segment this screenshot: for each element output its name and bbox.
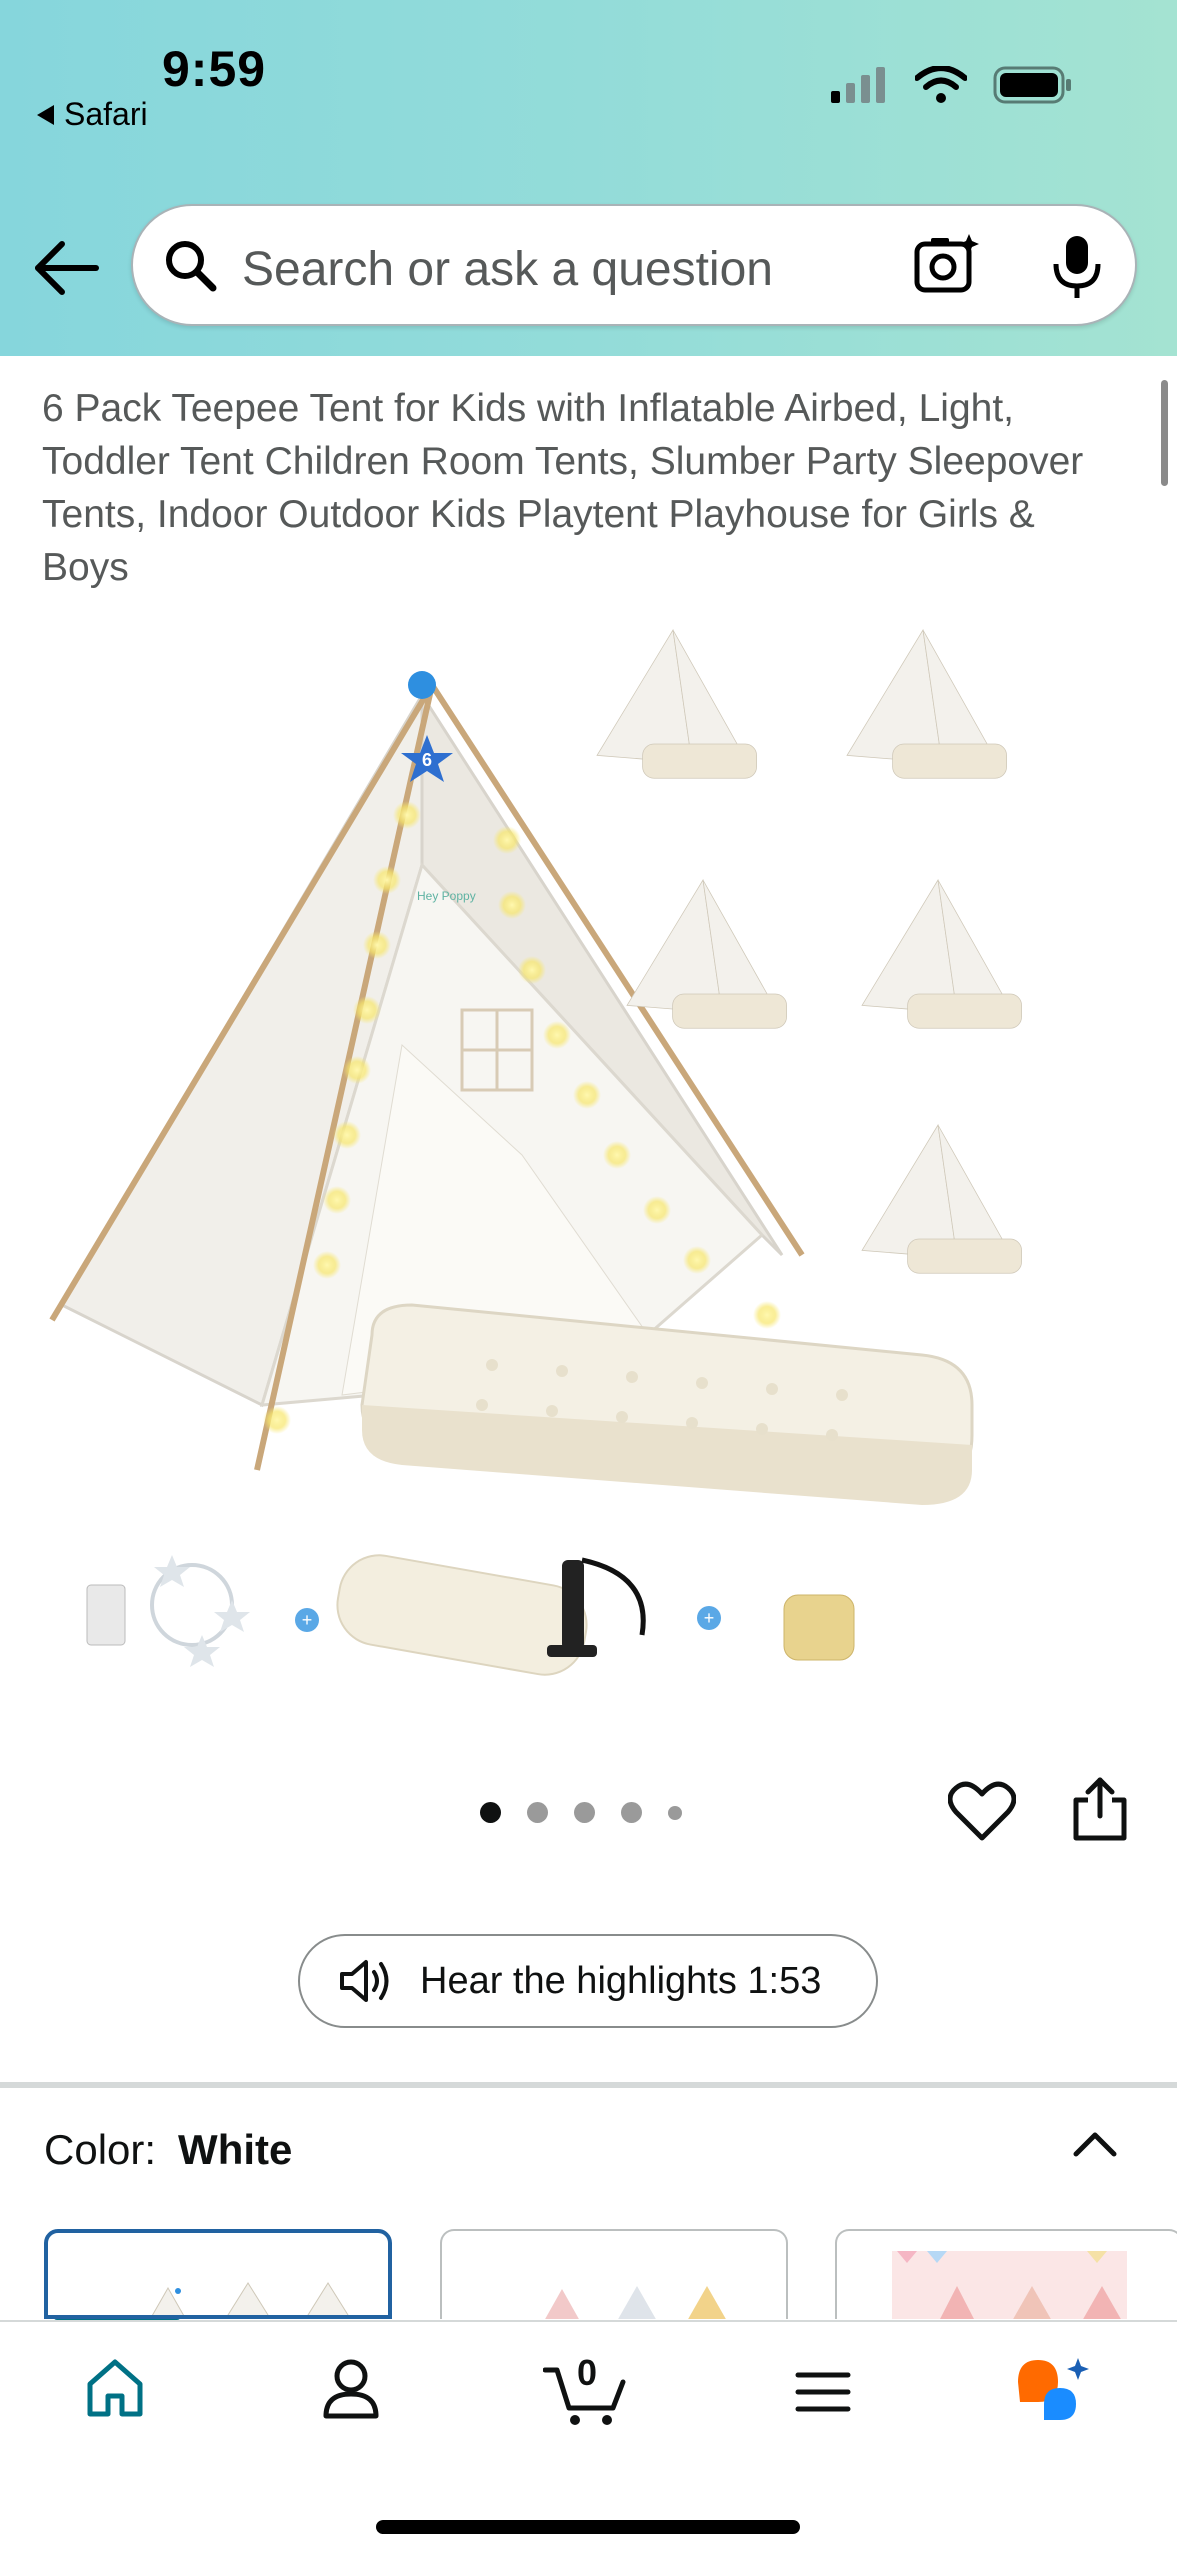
signal-icon <box>831 67 885 103</box>
color-swatch-white[interactable] <box>44 2229 392 2319</box>
camera-search-icon[interactable] <box>913 232 981 298</box>
home-indicator <box>376 2520 800 2534</box>
carousel-dot[interactable] <box>527 1802 548 1823</box>
heart-icon[interactable] <box>948 1780 1016 1842</box>
menu-icon[interactable] <box>795 2370 851 2414</box>
product-title[interactable]: 6 Pack Teepee Tent for Kids with Inflata… <box>42 382 1122 594</box>
swatch-white-image <box>151 2282 349 2315</box>
scroll-indicator <box>1161 380 1168 486</box>
svg-text:+: + <box>302 1610 313 1630</box>
hear-highlights-label: Hear the highlights 1:53 <box>420 1959 822 2002</box>
speaker-icon <box>340 1960 389 2002</box>
search-icon <box>166 241 217 292</box>
hear-highlights-button[interactable]: Hear the highlights 1:53 <box>298 1934 878 2028</box>
tent-count-badge: 6 <box>422 750 432 770</box>
swatch-pink-image <box>892 2251 1127 2319</box>
share-icon[interactable] <box>1070 1776 1130 1842</box>
color-value: White <box>178 2126 293 2173</box>
microphone-icon[interactable] <box>1049 234 1105 300</box>
carousel-dot[interactable] <box>574 1802 595 1823</box>
home-icon[interactable] <box>84 2358 146 2418</box>
color-selector-header[interactable]: Color: White <box>44 2126 292 2174</box>
section-divider <box>0 2082 1177 2088</box>
account-icon[interactable] <box>322 2358 380 2420</box>
color-swatch-pink[interactable] <box>835 2229 1177 2319</box>
color-label: Color: <box>44 2126 157 2173</box>
back-to-app-link[interactable]: Safari <box>36 96 148 133</box>
product-image[interactable]: 6 Hey Poppy + + <box>42 615 1132 1695</box>
swatch-pastel-image <box>545 2286 726 2319</box>
search-input[interactable]: Search or ask a question <box>242 242 773 297</box>
svg-text:+: + <box>704 1608 715 1628</box>
main-tent: 6 Hey Poppy <box>49 671 974 1505</box>
carousel-dot[interactable] <box>621 1802 642 1823</box>
chevron-up-icon[interactable] <box>1070 2128 1120 2160</box>
rufus-icon[interactable] <box>1014 2354 1092 2426</box>
carousel-dot[interactable] <box>668 1805 682 1820</box>
back-arrow-icon[interactable] <box>30 240 102 296</box>
image-carousel-dots[interactable] <box>480 1802 682 1823</box>
wifi-icon <box>915 66 967 103</box>
color-swatch-pastel[interactable] <box>440 2229 788 2319</box>
status-time: 9:59 <box>162 41 267 97</box>
status-icons <box>829 66 1073 104</box>
brand-mark-text: Hey Poppy <box>417 889 476 903</box>
back-app-label: Safari <box>64 96 148 132</box>
back-triangle-icon <box>37 104 54 125</box>
carousel-dot[interactable] <box>480 1802 501 1823</box>
accessories-row: + + <box>86 1554 855 1676</box>
top-bar: 9:59 Safari Search or ask a question <box>0 0 1177 356</box>
battery-icon <box>993 66 1071 104</box>
search-bar[interactable]: Search or ask a question <box>131 204 1137 326</box>
cart-count: 0 <box>577 2352 598 2393</box>
